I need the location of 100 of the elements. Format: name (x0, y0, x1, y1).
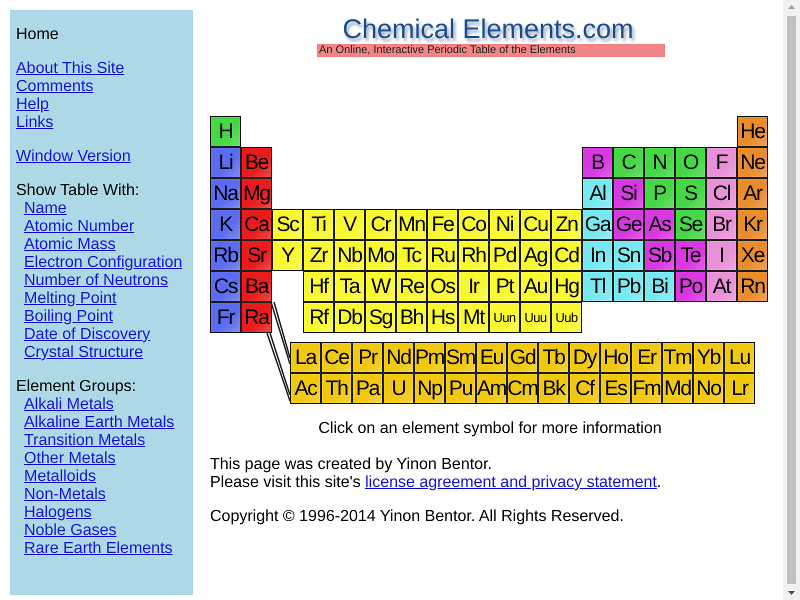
element-cell[interactable]: K (210, 209, 241, 240)
element-cell[interactable]: Np (414, 373, 445, 404)
element-cell[interactable]: Mn (396, 209, 427, 240)
element-cell[interactable]: P (644, 178, 675, 209)
sidebar-link[interactable]: Date of Discovery (24, 326, 150, 343)
sidebar-link[interactable]: Alkali Metals (24, 396, 114, 413)
element-cell[interactable]: B (582, 147, 613, 178)
element-cell[interactable]: Mo (365, 240, 396, 271)
element-cell[interactable]: Ti (303, 209, 334, 240)
sidebar-link[interactable]: Alkaline Earth Metals (24, 414, 174, 431)
element-cell[interactable]: C (613, 147, 644, 178)
element-cell[interactable]: Yb (693, 342, 724, 373)
element-cell[interactable]: Ar (737, 178, 768, 209)
sidebar-link[interactable]: Help (16, 96, 49, 113)
element-cell[interactable]: Na (210, 178, 241, 209)
element-cell[interactable]: Tm (662, 342, 693, 373)
element-cell[interactable]: Ta (334, 271, 365, 302)
element-cell[interactable]: W (365, 271, 396, 302)
element-cell[interactable]: Pu (445, 373, 476, 404)
element-cell[interactable]: Pa (352, 373, 383, 404)
sidebar-link[interactable]: Non-Metals (24, 486, 106, 503)
element-cell[interactable]: Ni (489, 209, 520, 240)
element-cell[interactable]: Pb (613, 271, 644, 302)
element-cell[interactable]: Zr (303, 240, 334, 271)
element-cell[interactable]: Cu (520, 209, 551, 240)
element-cell[interactable]: Gd (507, 342, 538, 373)
element-cell[interactable]: Tl (582, 271, 613, 302)
element-cell[interactable]: Sr (241, 240, 272, 271)
element-cell[interactable]: Cr (365, 209, 396, 240)
element-cell[interactable]: Cm (507, 373, 538, 404)
element-cell[interactable]: Rf (303, 302, 334, 333)
element-cell[interactable]: Ru (427, 240, 458, 271)
element-cell[interactable]: Ge (613, 209, 644, 240)
element-cell[interactable]: Mg (241, 178, 272, 209)
sidebar-link[interactable]: Window Version (16, 148, 131, 165)
element-cell[interactable]: Y (272, 240, 303, 271)
element-cell[interactable]: O (675, 147, 706, 178)
element-cell[interactable]: Rb (210, 240, 241, 271)
element-cell[interactable]: Tb (538, 342, 569, 373)
element-cell[interactable]: Co (458, 209, 489, 240)
element-cell[interactable]: Fe (427, 209, 458, 240)
element-cell[interactable]: Dy (569, 342, 600, 373)
scrollbar-thumb[interactable] (787, 16, 796, 584)
element-cell[interactable]: Er (631, 342, 662, 373)
element-cell[interactable]: Hs (427, 302, 458, 333)
sidebar-link[interactable]: Electron Configuration (24, 254, 182, 271)
element-cell[interactable]: Sm (445, 342, 476, 373)
element-cell[interactable]: Lr (724, 373, 755, 404)
element-cell[interactable]: Pm (414, 342, 445, 373)
sidebar-link[interactable]: Name (24, 200, 67, 217)
element-cell[interactable]: Sg (365, 302, 396, 333)
element-cell[interactable]: Se (675, 209, 706, 240)
sidebar-link[interactable]: Crystal Structure (24, 344, 144, 361)
element-cell[interactable]: Th (321, 373, 352, 404)
sidebar-link[interactable]: Links (16, 114, 54, 131)
element-cell[interactable]: He (737, 116, 768, 147)
element-cell[interactable]: Cl (706, 178, 737, 209)
element-cell[interactable]: Ga (582, 209, 613, 240)
sidebar-link[interactable]: Rare Earth Elements (24, 540, 173, 557)
element-cell[interactable]: Sc (272, 209, 303, 240)
element-cell[interactable]: Fr (210, 302, 241, 333)
element-cell[interactable]: Bk (538, 373, 569, 404)
element-cell[interactable]: Os (427, 271, 458, 302)
sidebar-link[interactable]: Transition Metals (24, 432, 146, 449)
element-cell[interactable]: Al (582, 178, 613, 209)
element-cell[interactable]: Mt (458, 302, 489, 333)
element-cell[interactable]: S (675, 178, 706, 209)
element-cell[interactable]: Au (520, 271, 551, 302)
sidebar-link[interactable]: About This Site (16, 60, 124, 77)
element-cell[interactable]: La (290, 342, 321, 373)
element-cell[interactable]: Ne (737, 147, 768, 178)
sidebar-link[interactable]: Atomic Number (24, 218, 134, 235)
element-cell[interactable]: Li (210, 147, 241, 178)
element-cell[interactable]: Pt (489, 271, 520, 302)
element-cell[interactable]: Be (241, 147, 272, 178)
sidebar-link[interactable]: Other Metals (24, 450, 116, 467)
element-cell[interactable]: Si (613, 178, 644, 209)
sidebar-link[interactable]: Comments (16, 78, 94, 95)
element-cell[interactable]: Uub (551, 302, 582, 333)
element-cell[interactable]: Ba (241, 271, 272, 302)
element-cell[interactable]: Lu (724, 342, 755, 373)
element-cell[interactable]: Hf (303, 271, 334, 302)
element-cell[interactable]: N (644, 147, 675, 178)
element-cell[interactable]: Kr (737, 209, 768, 240)
element-cell[interactable]: As (644, 209, 675, 240)
element-cell[interactable]: Md (662, 373, 693, 404)
element-cell[interactable]: Sn (613, 240, 644, 271)
element-cell[interactable]: Ce (321, 342, 352, 373)
element-cell[interactable]: F (706, 147, 737, 178)
sidebar-link[interactable]: Number of Neutrons (24, 272, 168, 289)
element-cell[interactable]: Br (706, 209, 737, 240)
element-cell[interactable]: Sb (644, 240, 675, 271)
element-cell[interactable]: Re (396, 271, 427, 302)
element-cell[interactable]: In (582, 240, 613, 271)
element-cell[interactable]: Pd (489, 240, 520, 271)
element-cell[interactable]: Nb (334, 240, 365, 271)
element-cell[interactable]: Uun (489, 302, 520, 333)
license-link[interactable]: license agreement and privacy statement (365, 474, 657, 491)
element-cell[interactable]: Ir (458, 271, 489, 302)
element-cell[interactable]: Ag (520, 240, 551, 271)
